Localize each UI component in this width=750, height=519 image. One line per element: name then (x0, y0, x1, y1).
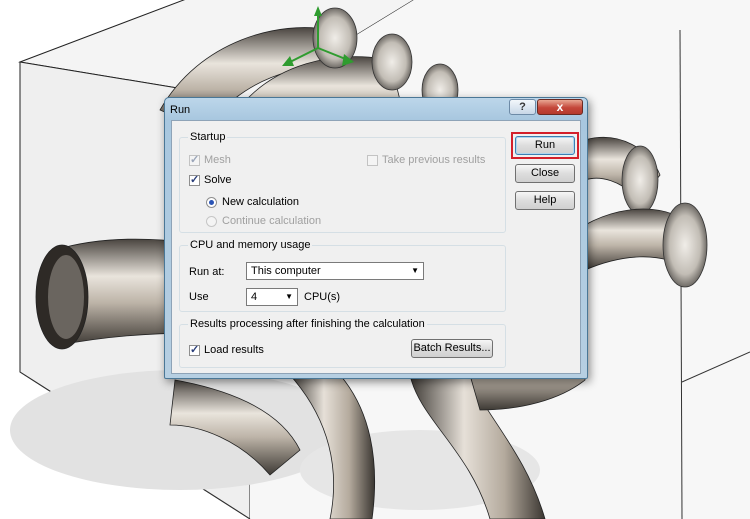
run-at-select[interactable]: This computer ▼ (246, 262, 424, 280)
close-button[interactable]: Close (515, 164, 575, 183)
take-previous-results-checkbox[interactable]: Take previous results (367, 154, 485, 166)
cpu-count-value: 4 (251, 291, 258, 303)
title-close-button[interactable]: x (537, 99, 583, 115)
dialog-client-area: Startup Mesh Take previous results Solve… (171, 120, 581, 374)
continue-calculation-radio[interactable]: Continue calculation (206, 215, 321, 227)
new-calculation-radio-dot (206, 196, 217, 208)
chevron-down-icon: ▼ (285, 292, 293, 301)
cpu-unit-label: CPU(s) (304, 291, 341, 303)
dialog-title: Run (170, 104, 191, 116)
continue-calculation-radio-dot (206, 215, 217, 227)
startup-group-label: Startup (188, 131, 228, 143)
take-previous-label: Take previous results (382, 154, 486, 166)
run-at-label: Run at: (189, 266, 225, 278)
load-results-label: Load results (204, 344, 264, 356)
title-help-button[interactable]: ? (509, 99, 536, 115)
continue-calculation-label: Continue calculation (222, 215, 322, 227)
mesh-check-box (189, 153, 200, 166)
cpu-memory-group-label: CPU and memory usage (188, 239, 313, 251)
solve-checkbox[interactable]: Solve (189, 173, 232, 186)
take-previous-check-box (367, 154, 378, 166)
load-results-check-box (189, 343, 200, 356)
results-group-label: Results processing after finishing the c… (188, 318, 427, 330)
mesh-checkbox[interactable]: Mesh (189, 153, 231, 166)
cpu-memory-group: CPU and memory usage Run at: This comput… (179, 239, 506, 312)
cpu-count-select[interactable]: 4 ▼ (246, 288, 298, 306)
use-label: Use (189, 291, 209, 303)
results-processing-group: Results processing after finishing the c… (179, 318, 506, 368)
run-button[interactable]: Run (515, 136, 575, 155)
startup-group: Startup Mesh Take previous results Solve… (179, 131, 506, 233)
run-dialog: Run ? x Startup Mesh Take previous resul… (164, 97, 588, 379)
batch-results-button[interactable]: Batch Results... (411, 339, 493, 358)
load-results-checkbox[interactable]: Load results (189, 343, 264, 356)
help-button[interactable]: Help (515, 191, 575, 210)
solve-check-box (189, 173, 200, 186)
mesh-label: Mesh (204, 154, 231, 166)
new-calculation-label: New calculation (222, 196, 300, 208)
run-at-value: This computer (251, 265, 321, 277)
solve-label: Solve (204, 174, 232, 186)
chevron-down-icon: ▼ (411, 266, 419, 275)
new-calculation-radio[interactable]: New calculation (206, 196, 299, 208)
